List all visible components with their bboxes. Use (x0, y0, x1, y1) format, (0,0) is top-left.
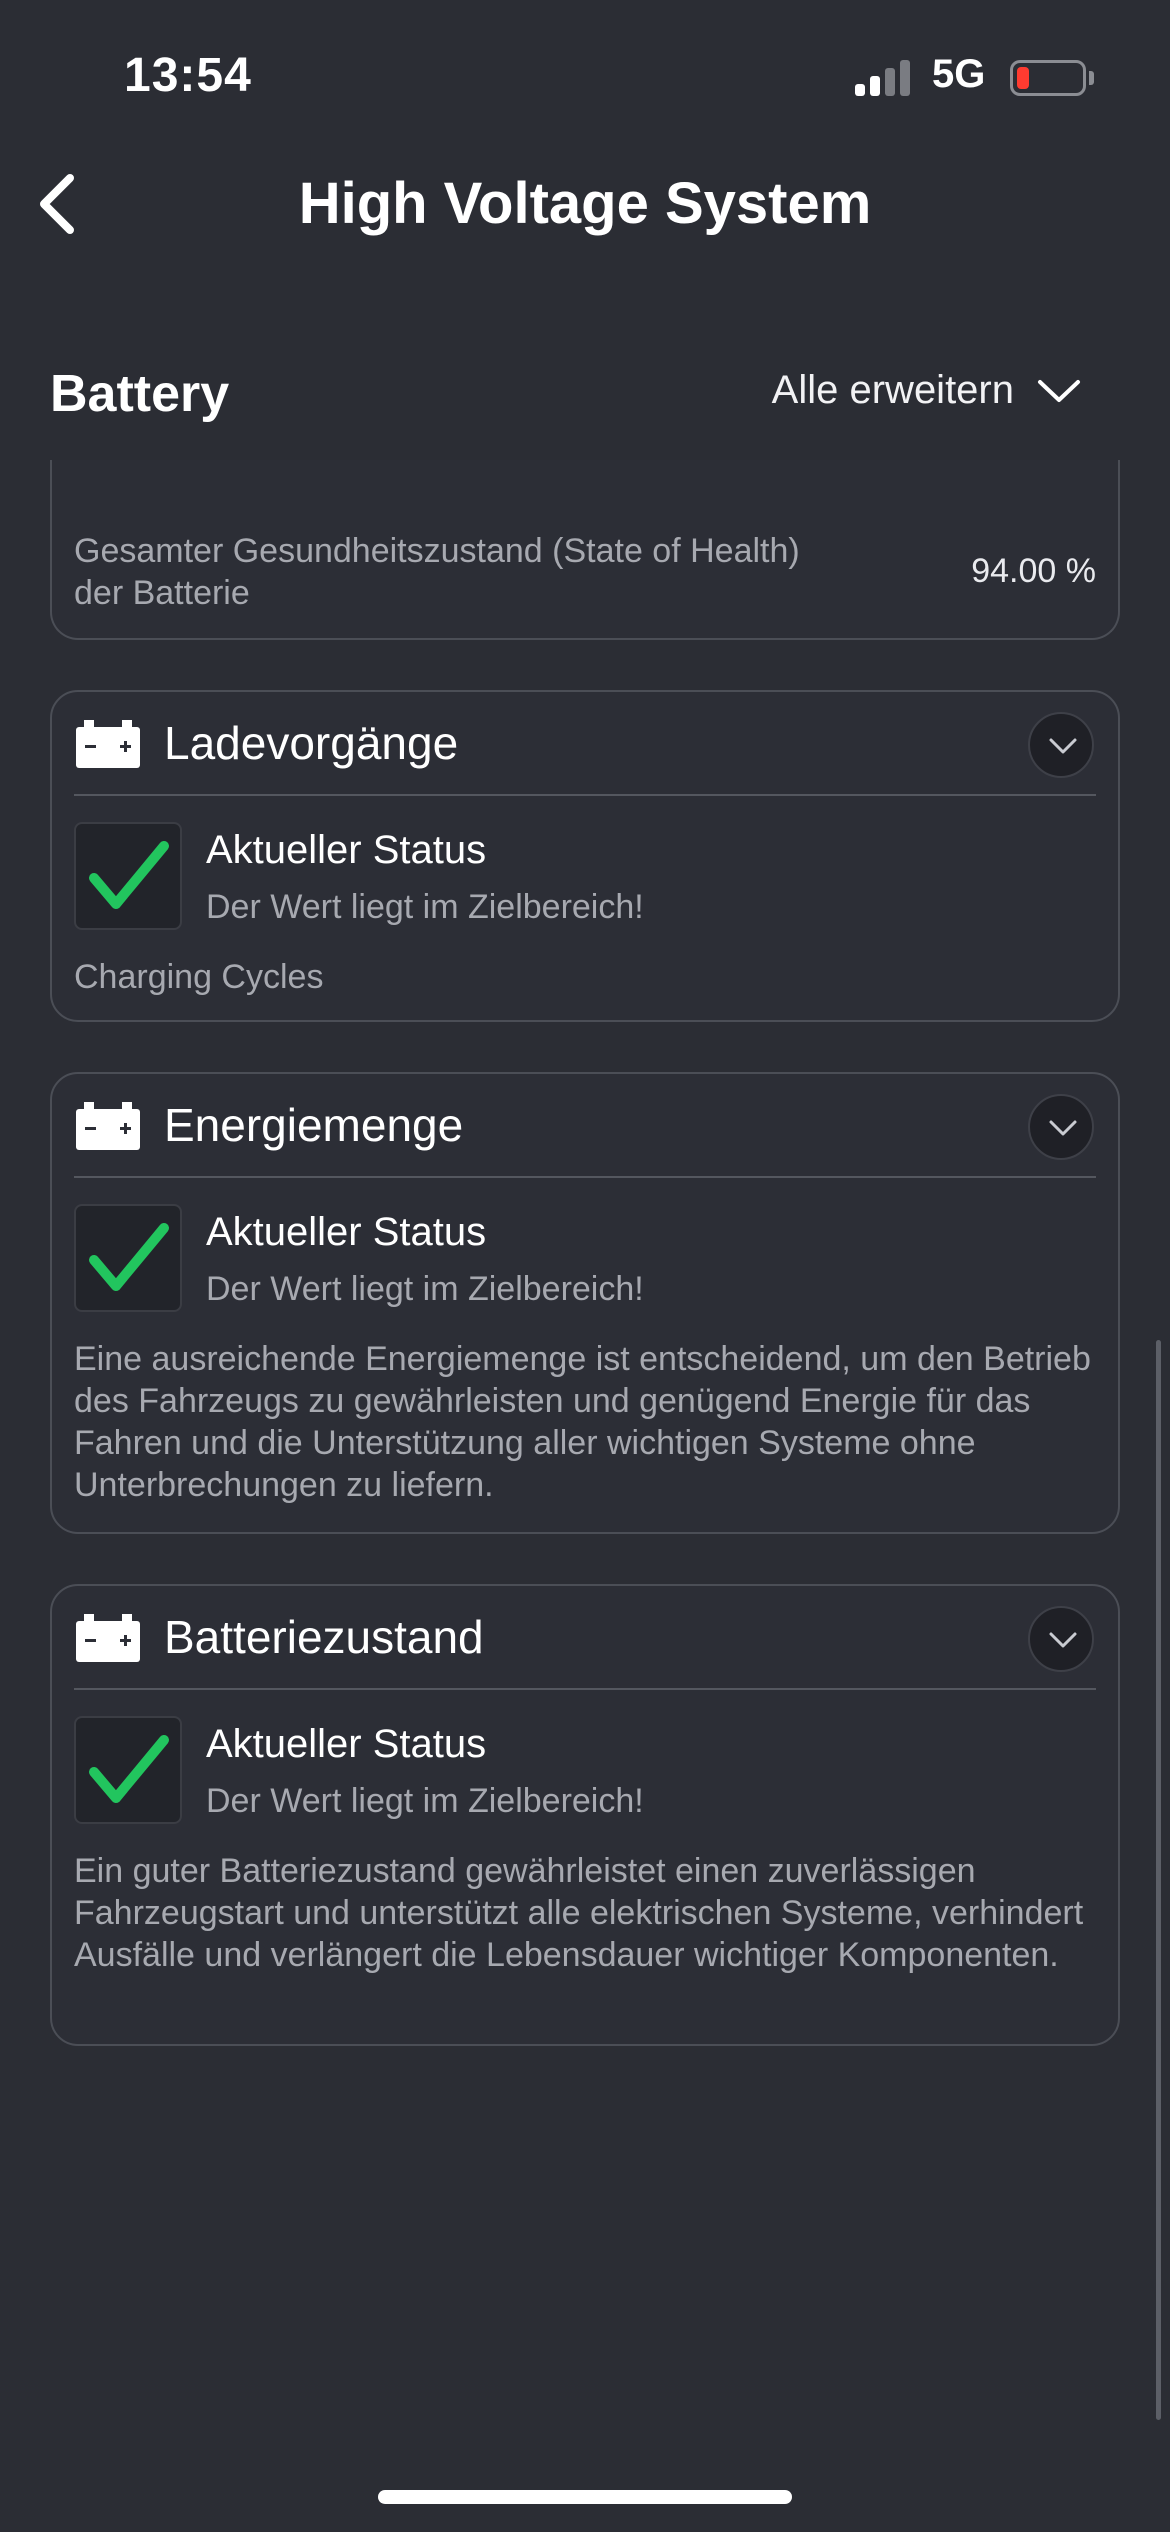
status-subtitle: Der Wert liegt im Zielbereich! (206, 1270, 644, 1308)
divider (74, 1176, 1096, 1178)
scrollbar[interactable] (1156, 1340, 1161, 2420)
card-description: Charging Cycles (74, 958, 324, 996)
status-check-box (74, 822, 182, 930)
battery-icon (1010, 60, 1086, 96)
signal-icon (855, 58, 913, 96)
soh-card: Gesamter Gesundheitszustand (State of He… (50, 460, 1120, 640)
nav-bar: High Voltage System (0, 150, 1170, 260)
status-title: Aktueller Status (206, 1210, 487, 1254)
page-title: High Voltage System (298, 171, 872, 236)
screen: 13:54 5G High Voltage System Battery All… (0, 0, 1170, 2532)
car-battery-icon (76, 1102, 140, 1150)
home-indicator[interactable] (378, 2490, 792, 2504)
status-bar: 13:54 5G (0, 0, 1170, 150)
card-description: Eine ausreichende Energiemenge ist entsc… (74, 1340, 1091, 1504)
status-title: Aktueller Status (206, 1722, 487, 1766)
card-batteriezustand: Batteriezustand Aktueller Status Der Wer… (50, 1584, 1120, 2046)
chevron-down-icon (1038, 379, 1080, 402)
card-header[interactable]: Energiemenge (52, 1074, 1118, 1178)
card-header[interactable]: Batteriezustand (52, 1586, 1118, 1690)
chevron-down-icon (1049, 1632, 1077, 1648)
card-title: Batteriezustand (164, 1611, 484, 1663)
checkmark-icon (89, 1223, 169, 1291)
card-description: Ein guter Batteriezustand gewährleistet … (74, 1852, 1084, 1974)
chevron-down-icon (1049, 1120, 1077, 1136)
soh-value: 94.00 % (971, 552, 1096, 590)
status-check-box (74, 1204, 182, 1312)
divider (74, 794, 1096, 796)
car-battery-icon (76, 1614, 140, 1662)
section-header: Battery Alle erweitern (0, 350, 1170, 440)
card-header[interactable]: Ladevorgänge (52, 692, 1118, 796)
expand-card-button[interactable] (1028, 1094, 1094, 1160)
chevron-down-icon (1049, 738, 1077, 754)
battery-tip (1089, 71, 1094, 85)
checkmark-icon (89, 1735, 169, 1803)
divider (74, 1688, 1096, 1690)
network-type: 5G (932, 52, 986, 96)
expand-all-button[interactable]: Alle erweitern (772, 368, 1082, 413)
status-subtitle: Der Wert liegt im Zielbereich! (206, 1782, 644, 1820)
car-battery-icon (76, 720, 140, 768)
card-energiemenge: Energiemenge Aktueller Status Der Wert l… (50, 1072, 1120, 1534)
status-check-box (74, 1716, 182, 1824)
expand-card-button[interactable] (1028, 712, 1094, 778)
status-time: 13:54 (124, 49, 252, 102)
section-title: Battery (50, 365, 230, 423)
soh-label: Gesamter Gesundheitszustand (State of He… (74, 532, 800, 612)
checkmark-icon (89, 841, 169, 909)
expand-card-button[interactable] (1028, 1606, 1094, 1672)
status-subtitle: Der Wert liegt im Zielbereich! (206, 888, 644, 926)
card-title: Energiemenge (164, 1099, 464, 1151)
expand-all-label: Alle erweitern (771, 368, 1014, 412)
card-ladevorgaenge: Ladevorgänge Aktueller Status Der Wert l… (50, 690, 1120, 1022)
card-title: Ladevorgänge (164, 717, 459, 769)
status-title: Aktueller Status (206, 828, 487, 872)
